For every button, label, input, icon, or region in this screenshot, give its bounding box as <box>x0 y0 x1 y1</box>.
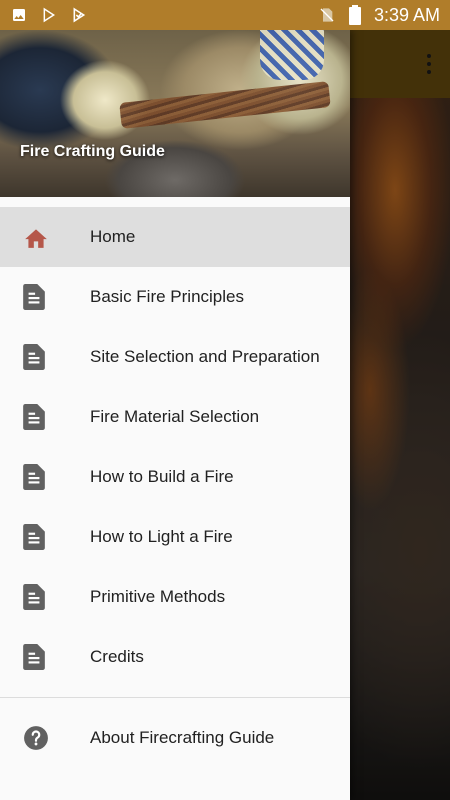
help-circle-icon <box>0 725 90 751</box>
drawer-menu: Home Basic Fire Principles Site Selectio… <box>0 197 350 687</box>
menu-item-label: Home <box>90 227 136 246</box>
home-icon <box>0 226 90 248</box>
document-icon <box>0 464 90 490</box>
menu-item-label: Primitive Methods <box>90 587 226 606</box>
menu-item-credits[interactable]: Credits <box>0 627 350 687</box>
menu-item-label: About Firecrafting Guide <box>90 728 275 747</box>
document-icon <box>0 284 90 310</box>
menu-item-label: Site Selection and Preparation <box>90 347 320 366</box>
battery-icon <box>346 5 364 25</box>
status-clock: 3:39 AM <box>373 4 440 25</box>
menu-item-label: Fire Material Selection <box>90 407 260 426</box>
menu-item-basic-fire-principles[interactable]: Basic Fire Principles <box>0 267 350 327</box>
document-icon <box>0 524 90 550</box>
document-icon <box>0 344 90 370</box>
status-right-icons: 3:39 AM <box>318 5 440 26</box>
menu-item-about[interactable]: About Firecrafting Guide <box>0 708 350 768</box>
menu-item-label: Basic Fire Principles <box>90 287 244 306</box>
menu-item-how-to-light-a-fire[interactable]: How to Light a Fire <box>0 507 350 567</box>
drawer-header-image: Fire Crafting Guide <box>0 30 350 197</box>
document-icon <box>0 644 90 670</box>
no-sim-icon <box>318 6 336 24</box>
document-icon <box>0 404 90 430</box>
menu-item-label: How to Build a Fire <box>90 467 234 486</box>
menu-item-fire-material-selection[interactable]: Fire Material Selection <box>0 387 350 447</box>
play-store-icon <box>40 6 58 24</box>
sticks-decoration <box>119 81 331 129</box>
menu-item-label: Credits <box>90 647 144 666</box>
glove-decoration <box>260 30 324 80</box>
menu-item-primitive-methods[interactable]: Primitive Methods <box>0 567 350 627</box>
drawer-divider <box>0 697 350 698</box>
document-icon <box>0 584 90 610</box>
navigation-drawer: Fire Crafting Guide Home Basic Fire Prin… <box>0 30 350 800</box>
menu-item-site-selection[interactable]: Site Selection and Preparation <box>0 327 350 387</box>
menu-item-how-to-build-a-fire[interactable]: How to Build a Fire <box>0 447 350 507</box>
menu-item-label: How to Light a Fire <box>90 527 233 546</box>
download-check-icon <box>70 6 88 24</box>
image-icon <box>10 6 28 24</box>
menu-item-home[interactable]: Home <box>0 207 350 267</box>
status-bar: 3:39 AM <box>0 0 450 30</box>
status-left-icons <box>10 6 88 24</box>
drawer-header-title: Fire Crafting Guide <box>20 143 165 160</box>
